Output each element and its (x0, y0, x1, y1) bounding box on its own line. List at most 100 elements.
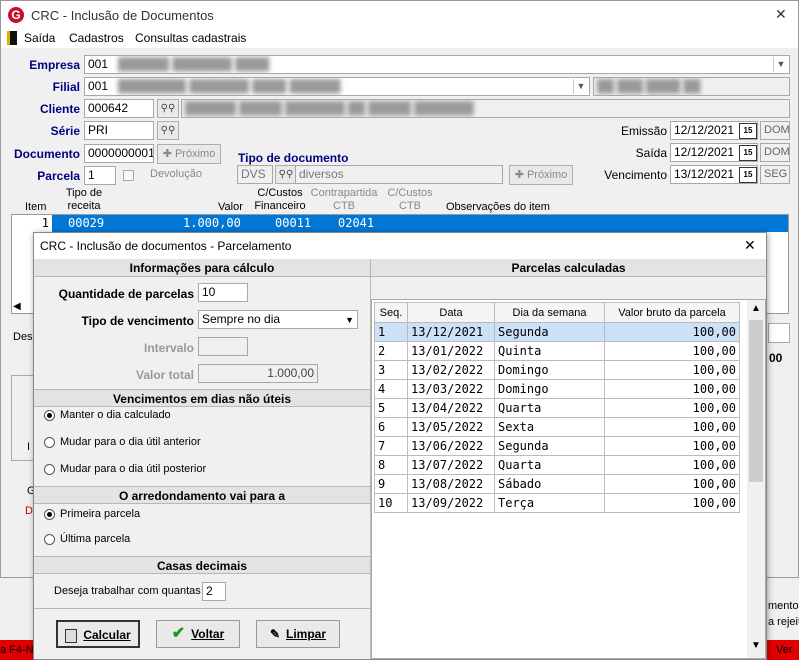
proximo-button[interactable]: ✚ Próximo (157, 144, 221, 164)
calcular-label: Calcular (83, 628, 131, 642)
separator (34, 608, 370, 609)
data-cell: 13/01/2022 (407, 341, 495, 361)
table-row[interactable]: 3 13/02/2022 Domingo 100,00 (374, 360, 740, 380)
data-cell: 13/04/2022 (407, 398, 495, 418)
col-dia-header[interactable]: Dia da semana (494, 302, 605, 323)
bg-box-right (768, 323, 790, 343)
col-cc-header: C/Custos Financeiro (254, 187, 306, 212)
col-ccctb-header: C/Custos CTB (387, 187, 433, 212)
intervalo-input[interactable] (198, 337, 248, 356)
qtd-input[interactable]: 10 (198, 283, 248, 302)
table-row[interactable]: 6 13/05/2022 Sexta 100,00 (374, 417, 740, 437)
parcelas-section-header: Parcelas calculadas (371, 259, 766, 277)
chevron-down-icon[interactable]: ▼ (345, 312, 354, 328)
radio-ultima[interactable] (44, 534, 55, 545)
seq-cell: 7 (374, 436, 408, 456)
dia-cell: Sábado (494, 474, 605, 494)
chevron-up-icon[interactable]: ▲ (751, 303, 761, 314)
data-cell: 13/02/2022 (407, 360, 495, 380)
voltar-button[interactable]: ✔ Voltar (156, 620, 240, 648)
tipo-venc-label: Tipo de vencimento (81, 314, 194, 328)
table-row[interactable]: 4 13/03/2022 Domingo 100,00 (374, 379, 740, 399)
chevron-down-icon[interactable]: ▼ (751, 640, 761, 651)
seq-cell: 4 (374, 379, 408, 399)
menu-saida[interactable]: Saída (24, 31, 55, 45)
table-row[interactable]: 8 13/07/2022 Quarta 100,00 (374, 455, 740, 475)
limpar-button[interactable]: ✎ Limpar (256, 620, 340, 648)
vertical-scrollbar[interactable]: ▲ ▼ (747, 300, 765, 658)
tipo-proximo-button[interactable]: ✚ Próximo (509, 165, 573, 185)
radio-anterior[interactable] (44, 437, 55, 448)
scroll-thumb[interactable] (749, 320, 763, 482)
binoculars-icon[interactable]: ⚲⚲ (157, 99, 179, 118)
calcular-button[interactable]: Calcular (56, 620, 140, 648)
table-header-row: Seq. Data Dia da semana Valor bruto da p… (374, 302, 740, 323)
empresa-label: Empresa (29, 58, 80, 72)
data-cell: 13/03/2022 (407, 379, 495, 399)
filial-field[interactable]: 001 ████████ ███████ ████ ██████ ▼ (84, 77, 590, 96)
item-row[interactable]: 1 00029 1.000,00 00011 02041 (12, 215, 788, 232)
calendar-icon[interactable]: 15 (739, 145, 757, 161)
casas-input[interactable]: 2 (202, 582, 226, 601)
col-obs-header: Observações do item (446, 201, 550, 213)
chevron-down-icon[interactable]: ▼ (773, 57, 788, 72)
scroll-left-icon[interactable]: ◀ (13, 301, 21, 312)
seq-cell: 8 (374, 455, 408, 475)
table-row[interactable]: 7 13/06/2022 Segunda 100,00 (374, 436, 740, 456)
calendar-icon[interactable]: 15 (739, 167, 757, 183)
radio-primeira[interactable] (44, 509, 55, 520)
casas-label: Deseja trabalhar com quantas (54, 585, 201, 597)
filial-cnpj-redacted: ██ ███ ████ ██ (593, 77, 790, 96)
data-cell: 13/08/2022 (407, 474, 495, 494)
casas-section-header: Casas decimais (34, 556, 370, 574)
binoculars-icon[interactable]: ⚲⚲ (157, 121, 179, 140)
chevron-down-icon[interactable]: ▼ (573, 79, 588, 94)
intervalo-label: Intervalo (143, 341, 194, 355)
tipo-venc-select[interactable]: Sempre no dia ▼ (198, 310, 358, 329)
documento-field[interactable]: 0000000001 (84, 144, 154, 163)
cliente-name-redacted: ██████ █████ ███████ ██ █████ ███████ (181, 99, 790, 118)
dia-cell: Domingo (494, 360, 605, 380)
tipo-venc-value: Sempre no dia (202, 312, 281, 326)
binoculars-icon[interactable]: ⚲⚲ (275, 165, 297, 184)
col-contra-header: Contrapartida CTB (310, 187, 378, 212)
radio-posterior-label: Mudar para o dia útil posterior (60, 463, 207, 475)
close-icon[interactable]: ✕ (775, 6, 787, 23)
cliente-field[interactable]: 000642 (84, 99, 154, 118)
filial-name-redacted: ████████ ███████ ████ ██████ (111, 79, 341, 93)
data-cell: 13/09/2022 (407, 493, 495, 513)
qtd-label: Quantidade de parcelas (58, 287, 194, 301)
dia-cell: Terça (494, 493, 605, 513)
tipo-documento-code[interactable]: DVS (237, 165, 273, 184)
limpar-label: Limpar (286, 627, 327, 641)
parcela-field[interactable]: 1 (84, 166, 116, 185)
vencimento-dow: SEG (760, 165, 790, 184)
serie-field[interactable]: PRI (84, 121, 154, 140)
calendar-icon[interactable]: 15 (739, 123, 757, 139)
parcelas-grid[interactable]: Seq. Data Dia da semana Valor bruto da p… (371, 299, 766, 659)
cliente-label: Cliente (39, 102, 80, 116)
table-row[interactable]: 10 13/09/2022 Terça 100,00 (374, 493, 740, 513)
col-valor-header[interactable]: Valor bruto da parcela (604, 302, 740, 323)
table-row[interactable]: 2 13/01/2022 Quinta 100,00 (374, 341, 740, 361)
item-cell: 1 (12, 215, 52, 232)
parcelas-table: Seq. Data Dia da semana Valor bruto da p… (374, 302, 740, 513)
menu-consultas[interactable]: Consultas cadastrais (135, 31, 246, 45)
menu-cadastros[interactable]: Cadastros (69, 31, 124, 45)
table-row[interactable]: 1 13/12/2021 Segunda 100,00 (374, 322, 740, 342)
title-bar: G CRC - Inclusão de Documentos ✕ (1, 1, 798, 29)
documento-label: Documento (14, 147, 80, 161)
table-row[interactable]: 9 13/08/2022 Sábado 100,00 (374, 474, 740, 494)
table-row[interactable]: 5 13/04/2022 Quarta 100,00 (374, 398, 740, 418)
empresa-field[interactable]: 001 ██████ ███████ ████ ▼ (84, 55, 790, 74)
parcela-label: Parcela (37, 169, 80, 183)
exit-icon (7, 31, 17, 45)
devolucao-checkbox[interactable] (123, 170, 134, 181)
col-data-header[interactable]: Data (407, 302, 495, 323)
close-icon[interactable]: ✕ (744, 237, 756, 254)
radio-posterior[interactable] (44, 464, 55, 475)
saida-label: Saída (635, 146, 667, 160)
dialog-title: CRC - Inclusão de documentos - Parcelame… (40, 239, 292, 253)
col-seq-header[interactable]: Seq. (374, 302, 408, 323)
radio-manter[interactable] (44, 410, 55, 421)
